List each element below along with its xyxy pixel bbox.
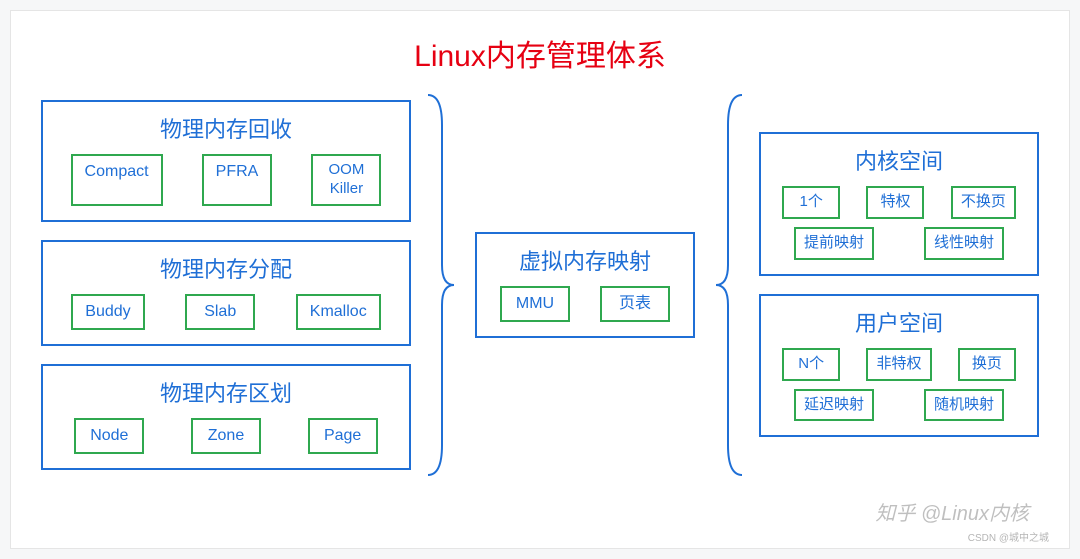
block-alloc-tags: Buddy Slab Kmalloc (55, 294, 397, 330)
tag-u-page: 换页 (958, 348, 1016, 381)
tag-buddy: Buddy (71, 294, 144, 330)
block-reclaim-tags: Compact PFRA OOM Killer (55, 154, 397, 206)
block-reclaim: 物理内存回收 Compact PFRA OOM Killer (41, 100, 411, 222)
block-kernel-title: 内核空间 (773, 144, 1025, 176)
tag-oom-killer: OOM Killer (311, 154, 381, 206)
tag-page: Page (308, 418, 378, 454)
tag-u-lazymap: 延迟映射 (794, 389, 874, 422)
watermark: 知乎 @Linux内核 (875, 497, 1029, 526)
block-zone-title: 物理内存区划 (55, 376, 397, 408)
block-reclaim-title: 物理内存回收 (55, 112, 397, 144)
tag-compact: Compact (71, 154, 163, 206)
tag-k-linear: 线性映射 (924, 227, 1004, 260)
tag-k-premap: 提前映射 (794, 227, 874, 260)
tag-pagetable: 页表 (600, 286, 670, 322)
block-zone-tags: Node Zone Page (55, 418, 397, 454)
tag-kmalloc: Kmalloc (296, 294, 381, 330)
block-vmap: 虚拟内存映射 MMU 页表 (475, 232, 695, 338)
block-zone: 物理内存区划 Node Zone Page (41, 364, 411, 470)
block-vmap-title: 虚拟内存映射 (489, 244, 681, 276)
tag-k-count: 1个 (782, 186, 840, 219)
tag-zone: Zone (191, 418, 261, 454)
tag-u-randmap: 随机映射 (924, 389, 1004, 422)
block-kernel-space: 内核空间 1个 特权 不换页 提前映射 线性映射 (759, 132, 1039, 276)
main-row: 物理内存回收 Compact PFRA OOM Killer 物理内存分配 Bu… (41, 100, 1039, 470)
diagram-canvas: Linux内存管理体系 物理内存回收 Compact PFRA OOM Kill… (10, 10, 1070, 549)
left-column: 物理内存回收 Compact PFRA OOM Killer 物理内存分配 Bu… (41, 100, 411, 470)
tag-k-nopage: 不换页 (951, 186, 1016, 219)
tag-slab: Slab (185, 294, 255, 330)
tag-u-priv: 非特权 (866, 348, 931, 381)
tag-k-priv: 特权 (866, 186, 924, 219)
block-alloc-title: 物理内存分配 (55, 252, 397, 284)
tag-pfra: PFRA (202, 154, 273, 206)
block-kernel-tags: 1个 特权 不换页 提前映射 线性映射 (773, 186, 1025, 260)
mid-column: 虚拟内存映射 MMU 页表 (475, 232, 695, 338)
block-user-tags: N个 非特权 换页 延迟映射 随机映射 (773, 348, 1025, 422)
block-user-title: 用户空间 (773, 306, 1025, 338)
tag-node: Node (74, 418, 144, 454)
block-vmap-tags: MMU 页表 (489, 286, 681, 322)
tag-u-count: N个 (782, 348, 840, 381)
block-alloc: 物理内存分配 Buddy Slab Kmalloc (41, 240, 411, 346)
tag-mmu: MMU (500, 286, 570, 322)
diagram-title: Linux内存管理体系 (41, 31, 1039, 75)
csdn-watermark: CSDN @城中之城 (968, 529, 1049, 544)
right-column: 内核空间 1个 特权 不换页 提前映射 线性映射 用户空间 N个 非特权 换页 … (759, 132, 1039, 437)
block-user-space: 用户空间 N个 非特权 换页 延迟映射 随机映射 (759, 294, 1039, 438)
